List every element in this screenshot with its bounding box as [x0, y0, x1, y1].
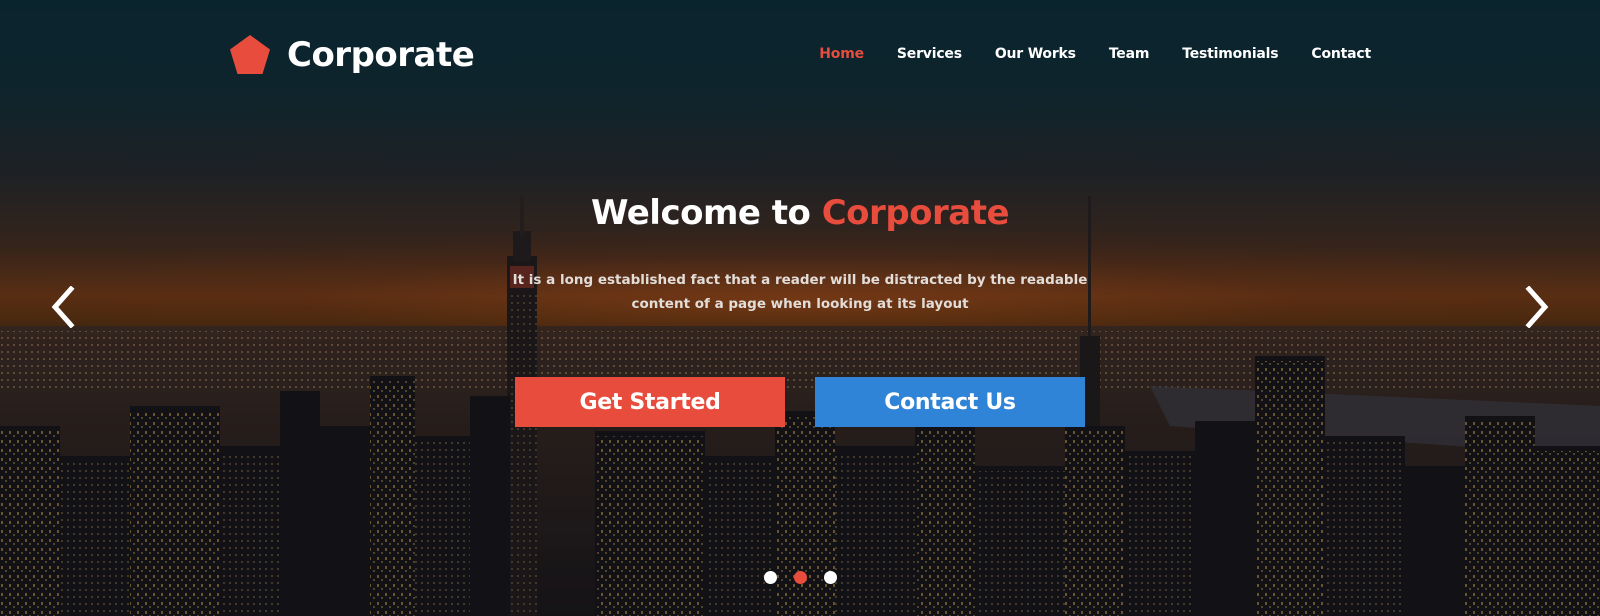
slider-next-button[interactable]: [1512, 282, 1562, 332]
nav-item-contact[interactable]: Contact: [1311, 46, 1371, 62]
slider-dot-2[interactable]: [793, 571, 807, 584]
headline-accent: Corporate: [821, 193, 1010, 233]
headline-prefix: Welcome to: [590, 193, 822, 233]
chevron-left-icon: [51, 286, 75, 328]
nav-item-services[interactable]: Services: [897, 46, 962, 62]
brand[interactable]: Corporate: [229, 34, 475, 76]
slider-prev-button[interactable]: [38, 282, 88, 332]
slider-dots: [0, 571, 1600, 584]
subtext-line-2: content of a page when looking at its la…: [631, 296, 969, 312]
nav-item-our-works[interactable]: Our Works: [995, 46, 1076, 62]
pentagon-logo-icon: [230, 35, 270, 74]
main-nav: Home Services Our Works Team Testimonial…: [819, 46, 1371, 62]
get-started-button[interactable]: Get Started: [515, 377, 785, 427]
nav-item-home[interactable]: Home: [819, 46, 864, 62]
slider-dot-1[interactable]: [763, 571, 777, 584]
hero-slider: Corporate Home Services Our Works Team T…: [0, 0, 1600, 616]
brand-name: Corporate: [287, 35, 475, 75]
nav-item-team[interactable]: Team: [1109, 46, 1150, 62]
contact-us-button[interactable]: Contact Us: [815, 377, 1085, 427]
hero-subtext: It is a long established fact that a rea…: [0, 268, 1600, 316]
hero-headline: Welcome to Corporate: [0, 193, 1600, 233]
navbar: Corporate Home Services Our Works Team T…: [0, 0, 1600, 112]
slider-dot-3[interactable]: [823, 571, 837, 584]
nav-item-testimonials[interactable]: Testimonials: [1182, 46, 1278, 62]
chevron-right-icon: [1525, 286, 1549, 328]
subtext-line-1: It is a long established fact that a rea…: [512, 272, 1088, 288]
